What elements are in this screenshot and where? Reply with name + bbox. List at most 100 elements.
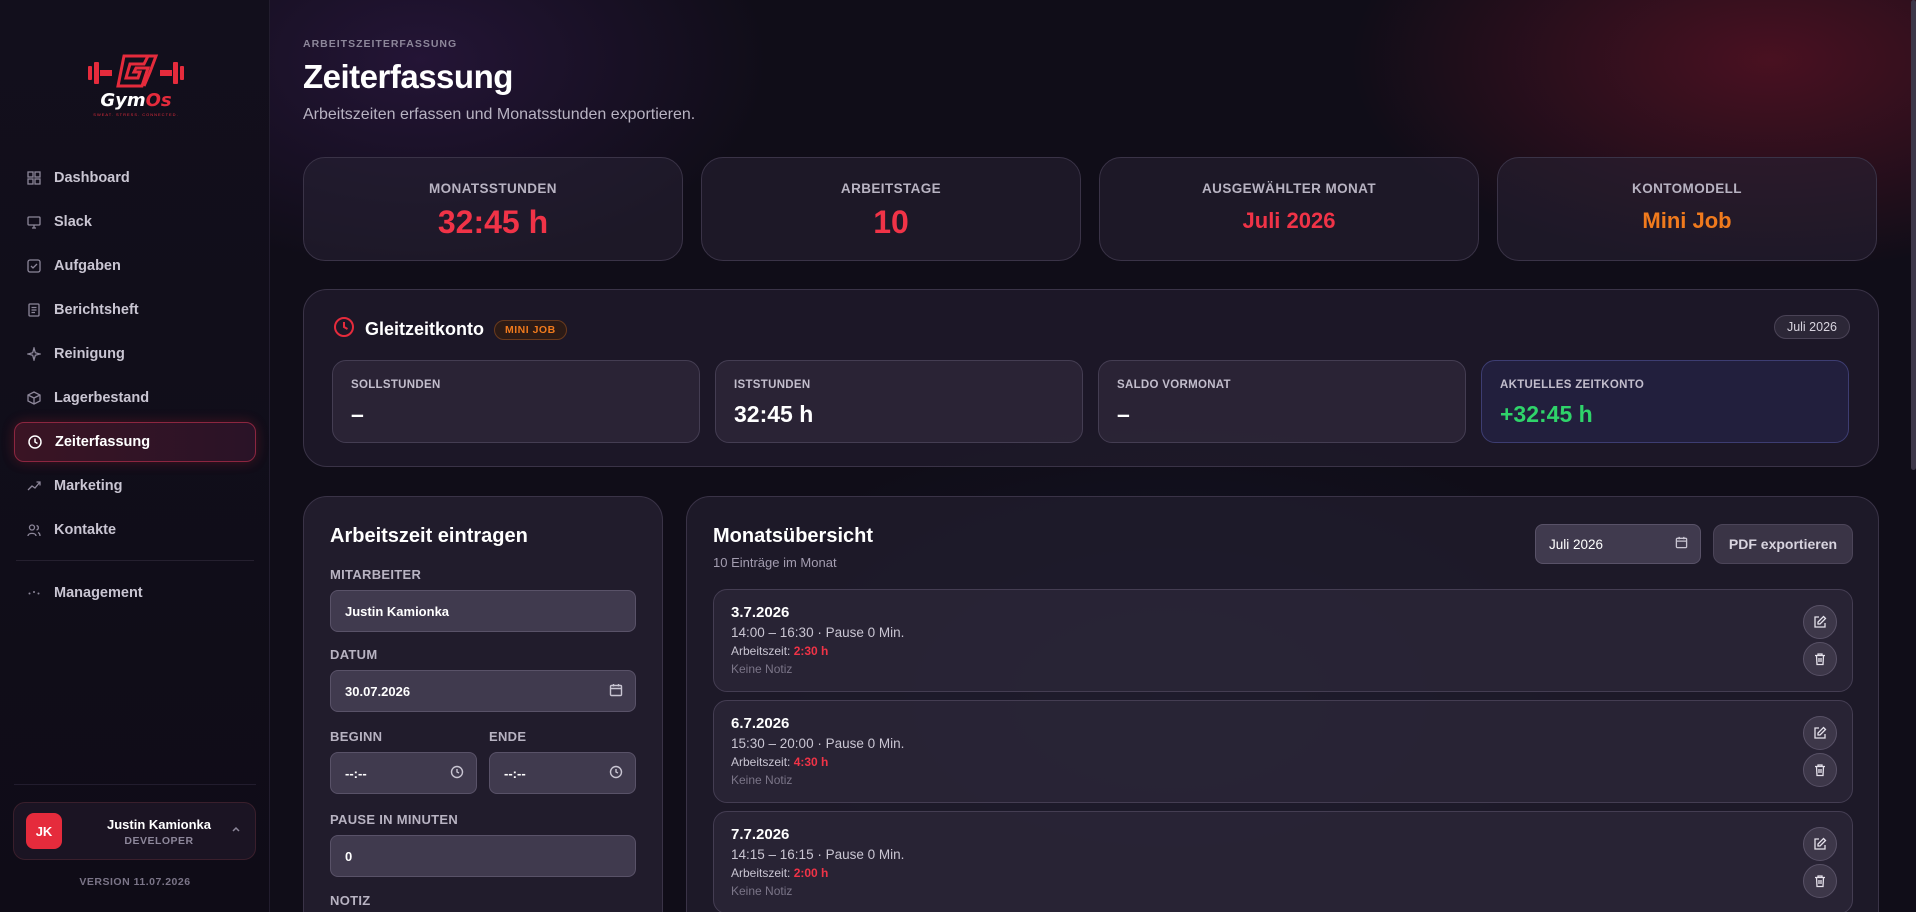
panel-header: Gleitzeitkonto MINI JOB [333, 316, 567, 343]
entry-row: 3.7.2026 14:00 – 16:30 · Pause 0 Min. Ar… [713, 589, 1853, 692]
stat-value: Mini Job [1642, 208, 1732, 233]
sidebar-item-label: Zeiterfassung [55, 434, 151, 450]
stat-value: 10 [873, 204, 909, 240]
time-entry-form: Arbeitszeit eintragen MITARBEITER Justin… [303, 496, 663, 912]
sidebar-item-label: Kontakte [54, 522, 117, 538]
clock-icon[interactable] [450, 765, 464, 782]
user-menu[interactable]: JK Justin Kamionka DEVELOPER [13, 802, 256, 860]
card-sollstunden: SOLLSTUNDEN – [332, 360, 700, 443]
sidebar-item-label: Slack [54, 214, 92, 230]
card-saldo-vormonat: SALDO VORMONAT – [1098, 360, 1466, 443]
sidebar-item-label: Lagerbestand [54, 390, 150, 406]
entry-date: 6.7.2026 [731, 715, 790, 732]
entry-row: 7.7.2026 14:15 – 16:15 · Pause 0 Min. Ar… [713, 811, 1853, 912]
panel-title: Gleitzeitkonto [365, 319, 485, 339]
entry-row: 6.7.2026 15:30 – 20:00 · Pause 0 Min. Ar… [713, 700, 1853, 803]
page-subtitle: Arbeitszeiten erfassen und Monatsstunden… [303, 106, 696, 123]
entry-time: 15:30 – 20:00 · Pause 0 Min. [731, 736, 905, 751]
users-icon [26, 522, 42, 538]
note-label: NOTIZ [330, 893, 371, 908]
start-time-input[interactable]: --:-- [330, 752, 477, 794]
card-value: +32:45 h [1500, 401, 1593, 427]
sidebar-item-slack[interactable]: Slack [14, 202, 256, 242]
employee-select[interactable]: Justin Kamionka [330, 590, 636, 632]
sidebar-item-kontakte[interactable]: Kontakte [14, 510, 256, 550]
trash-icon[interactable] [1803, 642, 1837, 676]
sidebar-item-marketing[interactable]: Marketing [14, 466, 256, 506]
entry-date: 7.7.2026 [731, 826, 790, 843]
entry-worktime: Arbeitszeit: 2:00 h [731, 866, 829, 880]
card-label: ISTSTUNDEN [734, 379, 811, 391]
sidebar-item-lagerbestand[interactable]: Lagerbestand [14, 378, 256, 418]
pause-input[interactable]: 0 [330, 835, 636, 877]
end-time-value: --:-- [504, 765, 526, 781]
entry-date: 3.7.2026 [731, 604, 790, 621]
entry-worktime: Arbeitszeit: 4:30 h [731, 755, 829, 769]
sidebar-item-label: Aufgaben [54, 258, 121, 274]
logo-wordmark: GymOs [100, 90, 172, 111]
month-picker[interactable]: Juli 2026 [1535, 524, 1701, 564]
end-time-input[interactable]: --:-- [489, 752, 636, 794]
stat-value: 32:45 h [437, 204, 549, 240]
sidebar-separator [14, 784, 256, 785]
pdf-export-button[interactable]: PDF exportieren [1713, 524, 1853, 564]
sparkle-icon [26, 346, 42, 362]
stat-arbeitstage: ARBEITSTAGE 10 [701, 157, 1081, 261]
trending-up-icon [26, 478, 42, 494]
overview-title: Monatsübersicht [713, 525, 874, 547]
month-badge: Juli 2026 [1773, 315, 1850, 339]
sidebar-item-reinigung[interactable]: Reinigung [14, 334, 256, 374]
sidebar-item-aufgaben[interactable]: Aufgaben [14, 246, 256, 286]
app-version: VERSION 11.07.2026 [79, 876, 191, 888]
calendar-icon[interactable] [609, 683, 623, 700]
calendar-icon[interactable] [1675, 536, 1688, 552]
date-input[interactable]: 30.07.2026 [330, 670, 636, 712]
employee-label: MITARBEITER [330, 567, 422, 582]
pause-label: PAUSE IN MINUTEN [330, 812, 459, 827]
end-label: ENDE [489, 729, 527, 744]
nav-divider [16, 560, 254, 561]
sidebar-item-label: Management [54, 585, 143, 601]
page-scrollbar[interactable] [1911, 0, 1916, 470]
page-title: Zeiterfassung [303, 58, 513, 95]
entry-note: Keine Notiz [731, 884, 793, 898]
grid-icon [26, 170, 42, 186]
card-aktuelles-zeitkonto: AKTUELLES ZEITKONTO +32:45 h [1481, 360, 1849, 443]
sidebar-item-management[interactable]: Management [14, 573, 256, 613]
card-value: – [1117, 401, 1130, 427]
stat-monatsstunden: MONATSSTUNDEN 32:45 h [303, 157, 683, 261]
clock-icon [333, 316, 355, 343]
gymos-logo[interactable]: GymOs SWEAT. STRESS. CONNECTED. [84, 48, 188, 122]
date-value: 30.07.2026 [345, 683, 411, 699]
logo-tagline: SWEAT. STRESS. CONNECTED. [93, 112, 179, 117]
sidebar-item-zeiterfassung[interactable]: Zeiterfassung [14, 422, 256, 462]
sidebar-item-berichtsheft[interactable]: Berichtsheft [14, 290, 256, 330]
entry-worktime: Arbeitszeit: 2:30 h [731, 644, 829, 658]
employee-value: Justin Kamionka [345, 603, 450, 619]
edit-icon[interactable] [1803, 827, 1837, 861]
stat-label: MONATSSTUNDEN [429, 181, 557, 196]
stat-value: Juli 2026 [1242, 208, 1336, 233]
card-value: 32:45 h [734, 401, 814, 427]
sidebar-item-dashboard[interactable]: Dashboard [14, 158, 256, 198]
trash-icon[interactable] [1803, 753, 1837, 787]
edit-icon[interactable] [1803, 605, 1837, 639]
stat-label: ARBEITSTAGE [840, 181, 942, 196]
account-model-badge: MINI JOB [494, 319, 567, 340]
card-iststunden: ISTSTUNDEN 32:45 h [715, 360, 1083, 443]
sidebar-item-label: Berichtsheft [54, 302, 139, 318]
logo-mark-icon [88, 54, 184, 88]
checkbox-icon [26, 258, 42, 274]
edit-icon[interactable] [1803, 716, 1837, 750]
entry-note: Keine Notiz [731, 773, 793, 787]
more-dots-icon [26, 585, 42, 601]
trash-icon[interactable] [1803, 864, 1837, 898]
card-value: – [351, 401, 364, 427]
sidebar-item-label: Reinigung [54, 346, 125, 362]
start-time-value: --:-- [345, 765, 367, 781]
sidebar-item-label: Marketing [54, 478, 123, 494]
gleitzeitkonto-panel: Gleitzeitkonto MINI JOB Juli 2026 SOLLST… [303, 289, 1879, 467]
pause-value: 0 [345, 848, 353, 864]
start-label: BEGINN [330, 729, 383, 744]
clock-icon[interactable] [609, 765, 623, 782]
